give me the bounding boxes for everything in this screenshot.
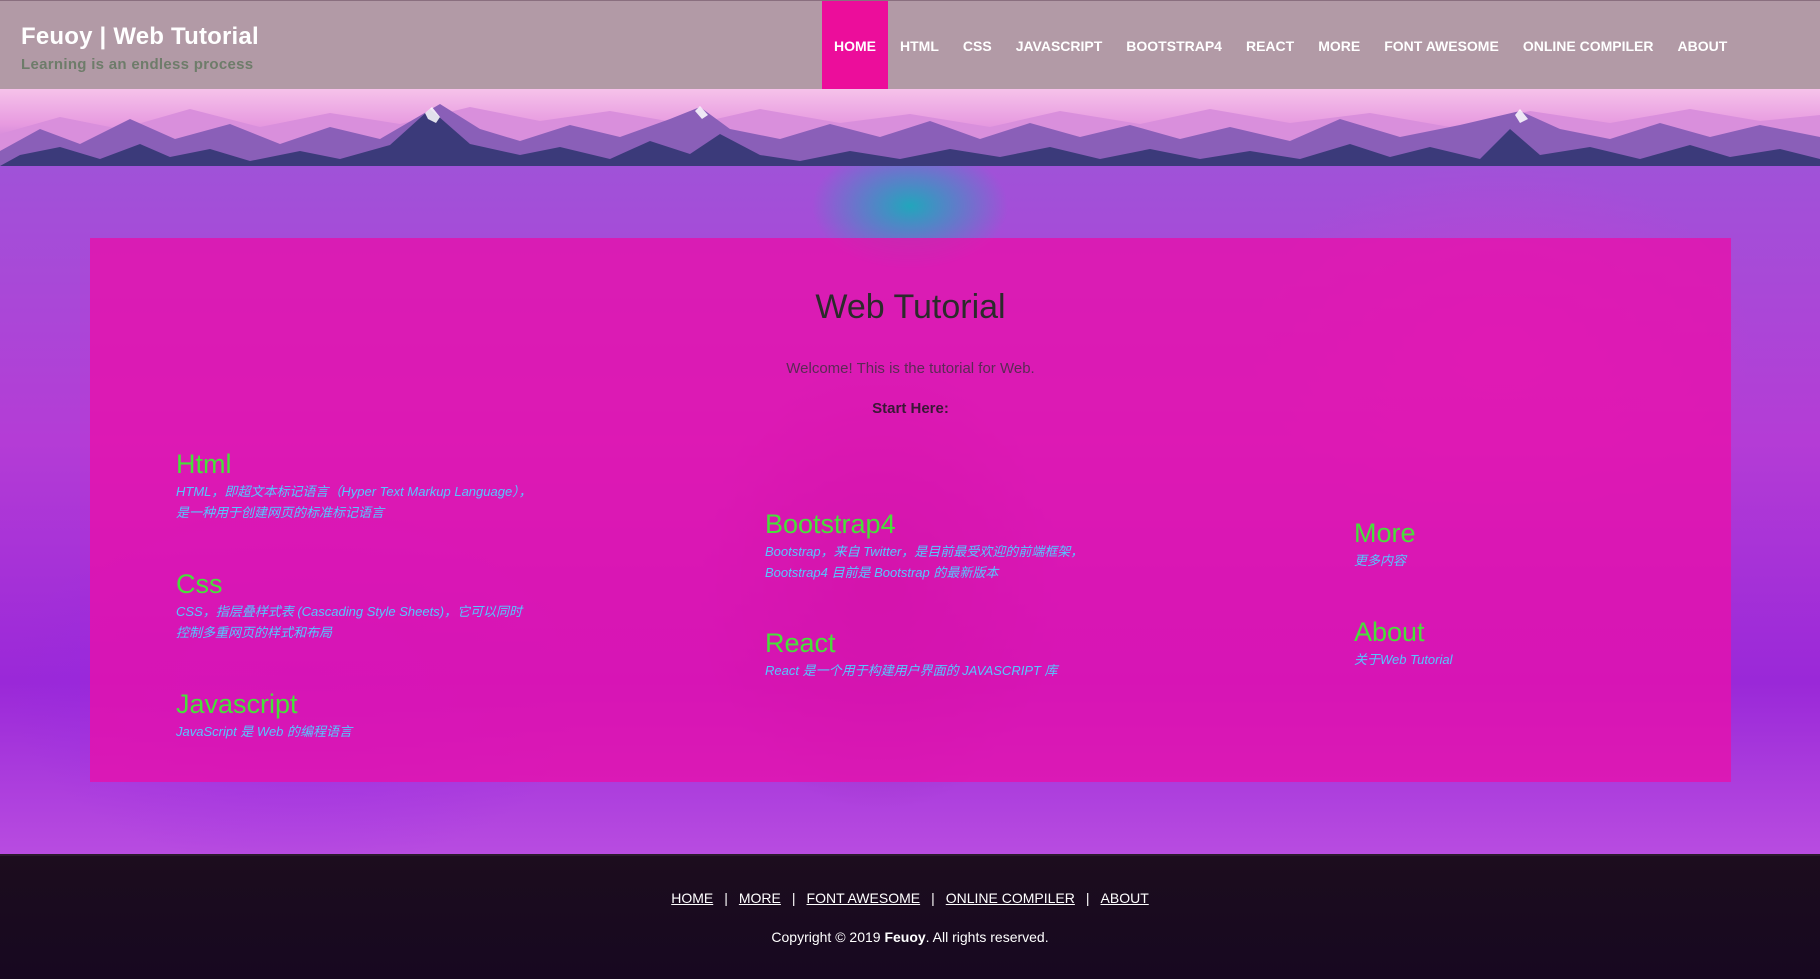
copyright-suffix: . All rights reserved. <box>925 929 1049 945</box>
welcome-text: Welcome! This is the tutorial for Web. <box>786 360 1035 377</box>
topic-desc-line: Bootstrap4 目前是 Bootstrap 的最新版本 <box>765 564 999 580</box>
brand: Feuoy | Web Tutorial Learning is an endl… <box>21 23 259 73</box>
topic-desc: React 是一个用于构建用户界面的 JAVASCRIPT 库 <box>765 660 1058 681</box>
footer-nav: HOME | MORE | FONT AWESOME | ONLINE COMPILER | A… <box>0 890 1820 906</box>
mountain-banner-image <box>0 104 1820 166</box>
topic-desc: 关于Web Tutorial <box>1354 649 1453 670</box>
nav-react[interactable]: REACT <box>1234 1 1306 90</box>
footer-link-online-compiler[interactable]: ONLINE COMPILER <box>946 890 1075 906</box>
topic-css[interactable]: Css CSS，指层叠样式表 (Cascading Style Sheets)，… <box>176 569 522 643</box>
topic-desc-line: 关于Web Tutorial <box>1354 651 1453 667</box>
topic-desc-line: JavaScript 是 Web 的编程语言 <box>176 723 353 739</box>
nav-javascript[interactable]: JAVASCRIPT <box>1004 1 1115 90</box>
nav-more[interactable]: MORE <box>1306 1 1372 90</box>
topic-desc-line: React 是一个用于构建用户界面的 JAVASCRIPT 库 <box>765 662 1058 678</box>
footer-separator: | <box>724 890 728 906</box>
topic-bootstrap4[interactable]: Bootstrap4 Bootstrap，来自 Twitter，是目前最受欢迎的… <box>765 509 1083 583</box>
topic-html[interactable]: Html HTML，即超文本标记语言（Hyper Text Markup Lan… <box>176 449 532 523</box>
topic-title[interactable]: Javascript <box>176 689 352 720</box>
topic-desc-line: 是一种用于创建网页的标准标记语言 <box>176 504 385 520</box>
topic-title[interactable]: React <box>765 628 1058 659</box>
topic-title[interactable]: About <box>1354 617 1453 648</box>
topic-desc: JavaScript 是 Web 的编程语言 <box>176 721 352 742</box>
site-footer: HOME | MORE | FONT AWESOME | ONLINE COMPILER | A… <box>0 854 1820 979</box>
topic-title[interactable]: Bootstrap4 <box>765 509 1083 540</box>
footer-link-more[interactable]: MORE <box>739 890 781 906</box>
nav-css[interactable]: CSS <box>951 1 1004 90</box>
topic-desc: CSS，指层叠样式表 (Cascading Style Sheets)，它可以同… <box>176 601 522 643</box>
topic-desc-line: Bootstrap，来自 Twitter，是目前最受欢迎的前端框架， <box>765 543 1084 559</box>
footer-separator: | <box>791 890 796 906</box>
topic-title[interactable]: Css <box>176 569 522 600</box>
topic-desc: Bootstrap，来自 Twitter，是目前最受欢迎的前端框架， Boots… <box>765 541 1083 583</box>
page-title: Web Tutorial <box>815 288 1006 326</box>
footer-link-font-awesome[interactable]: FONT AWESOME <box>807 890 921 906</box>
topic-title[interactable]: Html <box>176 449 532 480</box>
copyright: Copyright © 2019 Feuoy. All rights reser… <box>0 929 1820 945</box>
topic-desc-line: 更多内容 <box>1354 552 1407 568</box>
nav-home[interactable]: HOME <box>822 1 888 90</box>
nav-about[interactable]: ABOUT <box>1665 1 1739 90</box>
topic-more[interactable]: More 更多内容 <box>1354 518 1416 571</box>
nav-bootstrap4[interactable]: BOOTSTRAP4 <box>1114 1 1234 90</box>
footer-link-home[interactable]: HOME <box>671 890 713 906</box>
nav-font-awesome[interactable]: FONT AWESOME <box>1372 1 1511 90</box>
footer-link-about[interactable]: ABOUT <box>1101 890 1149 906</box>
topic-desc: 更多内容 <box>1354 550 1416 571</box>
site-header: Feuoy | Web Tutorial Learning is an endl… <box>0 0 1820 90</box>
footer-separator: | <box>1085 890 1090 906</box>
topic-desc-line: 控制多重网页的样式和布局 <box>176 624 333 640</box>
main-area: Web Tutorial Welcome! This is the tutori… <box>0 166 1820 854</box>
tutorial-card: Web Tutorial Welcome! This is the tutori… <box>90 238 1731 782</box>
mountain-banner <box>0 89 1820 166</box>
start-here-label: Start Here: <box>872 400 949 417</box>
copyright-brand: Feuoy <box>884 929 926 945</box>
topic-about[interactable]: About 关于Web Tutorial <box>1354 617 1453 670</box>
site-tagline: Learning is an endless process <box>21 56 254 73</box>
topic-desc-line: HTML，即超文本标记语言（Hyper Text Markup Language… <box>176 483 532 499</box>
footer-separator: | <box>931 890 935 906</box>
topic-javascript[interactable]: Javascript JavaScript 是 Web 的编程语言 <box>176 689 352 742</box>
topic-desc: HTML，即超文本标记语言（Hyper Text Markup Language… <box>176 481 532 523</box>
nav-online-compiler[interactable]: ONLINE COMPILER <box>1511 1 1666 90</box>
main-nav: HOME HTML CSS JAVASCRIPT BOOTSTRAP4 REAC… <box>822 1 1739 90</box>
topic-title[interactable]: More <box>1354 518 1416 549</box>
site-title[interactable]: Feuoy | Web Tutorial <box>21 23 259 51</box>
topic-react[interactable]: React React 是一个用于构建用户界面的 JAVASCRIPT 库 <box>765 628 1058 681</box>
topic-desc-line: CSS，指层叠样式表 (Cascading Style Sheets)，它可以同… <box>176 603 523 619</box>
copyright-prefix: Copyright © 2019 <box>771 929 885 945</box>
nav-html[interactable]: HTML <box>888 1 951 90</box>
